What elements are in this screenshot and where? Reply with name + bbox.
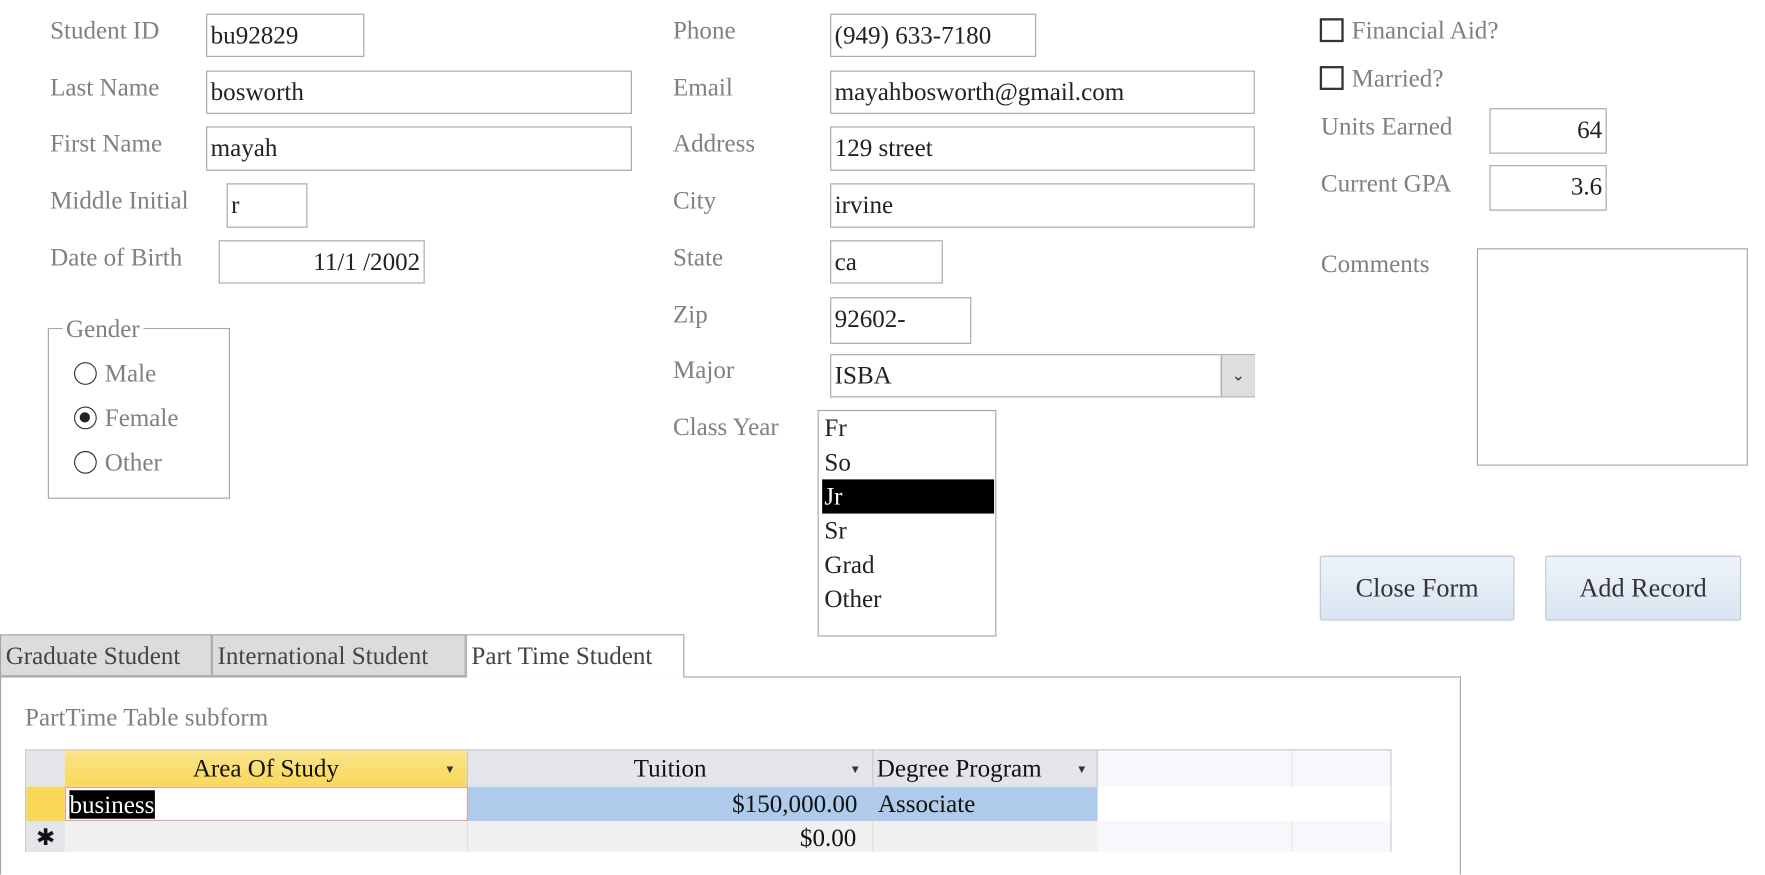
list-item[interactable]: So xyxy=(822,445,994,479)
filter-dropdown-icon[interactable]: ▼ xyxy=(444,753,455,787)
area-of-study-cell[interactable]: business xyxy=(64,786,469,822)
column-header-tuition[interactable]: Tuition ▼ xyxy=(468,750,874,787)
list-item-selected[interactable]: Jr xyxy=(822,479,995,514)
list-item[interactable]: Fr xyxy=(822,411,994,445)
gpa-label: Current GPA xyxy=(1320,168,1452,197)
last-name-input[interactable]: bosworth xyxy=(206,70,632,114)
tuition-new-cell[interactable]: $0.00 xyxy=(468,821,874,852)
units-earned-input[interactable]: 64 xyxy=(1489,108,1607,154)
class-year-listbox[interactable]: Fr So Jr Sr Grad Other xyxy=(817,409,997,637)
list-item[interactable]: Grad xyxy=(822,548,994,582)
financial-aid-label: Financial Aid? xyxy=(1351,15,1499,45)
financial-aid-checkbox[interactable] xyxy=(1319,18,1344,43)
header-label: Tuition xyxy=(633,753,707,783)
units-earned-label: Units Earned xyxy=(1320,111,1453,141)
tab-part-time-student[interactable]: Part Time Student xyxy=(465,634,685,678)
list-item[interactable]: Other xyxy=(822,582,994,616)
datasheet: Area Of Study ▼ Tuition ▼ Degree Program ▼ … xyxy=(25,749,1392,852)
list-item[interactable]: Sr xyxy=(822,514,994,548)
address-label: Address xyxy=(672,128,756,158)
radio-label: Male xyxy=(104,358,157,388)
degree-program-cell[interactable]: Associate xyxy=(873,786,1098,822)
address-input[interactable]: 129 street xyxy=(830,126,1255,171)
comments-textarea[interactable] xyxy=(1476,248,1748,466)
comments-label: Comments xyxy=(1320,249,1430,278)
add-record-button[interactable]: Add Record xyxy=(1545,555,1742,621)
student-form: Student ID bu92829 Last Name bosworth Fi… xyxy=(0,0,1765,875)
dob-label: Date of Birth xyxy=(50,242,183,272)
last-name-label: Last Name xyxy=(50,72,160,102)
class-year-label: Class Year xyxy=(672,412,779,441)
zip-label: Zip xyxy=(672,299,708,328)
phone-label: Phone xyxy=(672,15,736,45)
filter-dropdown-icon[interactable]: ▼ xyxy=(1076,753,1087,787)
filter-dropdown-icon[interactable]: ▼ xyxy=(850,753,861,787)
email-label: Email xyxy=(672,72,733,102)
radio-button-selected[interactable] xyxy=(74,406,97,430)
cell-value-selected: business xyxy=(69,790,155,819)
married-checkbox[interactable] xyxy=(1319,66,1344,90)
tab-graduate-student[interactable]: Graduate Student xyxy=(0,634,212,677)
student-id-label: Student ID xyxy=(50,15,160,45)
chevron-down-icon[interactable]: ⌄ xyxy=(1220,355,1255,397)
major-label: Major xyxy=(672,355,735,384)
dob-input[interactable]: 11/1 /2002 xyxy=(218,240,425,284)
student-id-input[interactable]: bu92829 xyxy=(206,13,365,57)
major-select[interactable]: ISBA xyxy=(830,354,1255,398)
middle-initial-label: Middle Initial xyxy=(50,185,189,215)
radio-button[interactable] xyxy=(74,450,97,474)
column-header-area-of-study[interactable]: Area Of Study ▼ xyxy=(64,750,469,787)
new-record-icon[interactable]: ✱ xyxy=(26,821,65,852)
column-header-degree-program[interactable]: Degree Program ▼ xyxy=(873,750,1098,787)
gender-legend: Gender xyxy=(62,314,144,344)
first-name-input[interactable]: mayah xyxy=(206,126,632,171)
phone-input[interactable]: (949) 633-7180 xyxy=(830,13,1037,57)
email-input[interactable]: mayahbosworth@gmail.com xyxy=(830,70,1255,114)
header-label: Degree Program xyxy=(876,753,1042,783)
state-input[interactable]: ca xyxy=(830,240,943,284)
select-all-corner[interactable] xyxy=(26,750,65,787)
subform-title: PartTime Table subform xyxy=(25,702,269,732)
zip-input[interactable]: 92602- xyxy=(830,297,972,344)
city-input[interactable]: irvine xyxy=(830,183,1255,228)
married-label: Married? xyxy=(1351,63,1444,93)
tab-international-student[interactable]: International Student xyxy=(211,634,466,677)
radio-label: Female xyxy=(104,403,179,432)
city-label: City xyxy=(672,185,717,215)
empty-cell xyxy=(1097,786,1391,822)
degree-program-new-cell[interactable] xyxy=(873,821,1098,852)
tuition-cell[interactable]: $150,000.00 xyxy=(468,786,874,822)
radio-label: Other xyxy=(104,447,162,476)
gpa-input[interactable]: 3.6 xyxy=(1489,165,1607,211)
row-selector[interactable] xyxy=(26,786,65,822)
state-label: State xyxy=(672,242,724,272)
radio-button[interactable] xyxy=(74,362,97,385)
major-value: ISBA xyxy=(834,360,892,390)
area-of-study-new-cell[interactable] xyxy=(64,821,469,852)
close-form-button[interactable]: Close Form xyxy=(1319,555,1515,621)
first-name-label: First Name xyxy=(50,128,163,158)
middle-initial-input[interactable]: r xyxy=(226,183,308,228)
header-label: Area Of Study xyxy=(192,753,339,783)
